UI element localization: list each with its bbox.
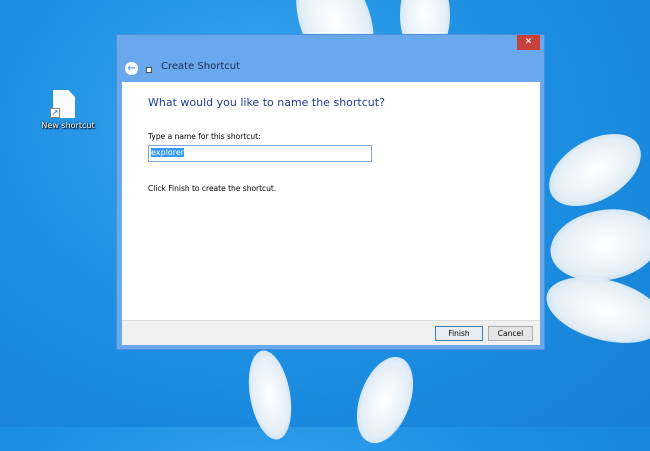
dialog-footer: Finish Cancel (122, 320, 540, 345)
shortcut-arrow-icon: ↗ (50, 108, 60, 118)
finish-button[interactable]: Finish (435, 326, 483, 341)
selected-input-text: explorer (151, 148, 185, 157)
dialog-title: Create Shortcut (161, 61, 240, 72)
background-petal (346, 349, 424, 451)
shortcut-icon (146, 67, 152, 73)
name-label: Type a name for this shortcut: (148, 132, 261, 141)
background-petal (539, 265, 650, 355)
shortcut-name-input[interactable]: explorer (148, 145, 372, 162)
background-petal (544, 200, 650, 290)
dialog-content: What would you like to name the shortcut… (122, 82, 540, 320)
back-arrow-icon[interactable]: ← (125, 62, 138, 75)
finish-hint: Click Finish to create the shortcut. (148, 184, 277, 193)
close-button[interactable]: ✕ (517, 35, 540, 50)
background-petal (536, 119, 650, 221)
cancel-button[interactable]: Cancel (488, 326, 533, 341)
page-heading: What would you like to name the shortcut… (148, 96, 385, 109)
background-petal (242, 347, 298, 443)
desktop-icon-label: New shortcut (41, 121, 95, 130)
create-shortcut-dialog: ✕ ← Create Shortcut What would you like … (116, 34, 545, 350)
